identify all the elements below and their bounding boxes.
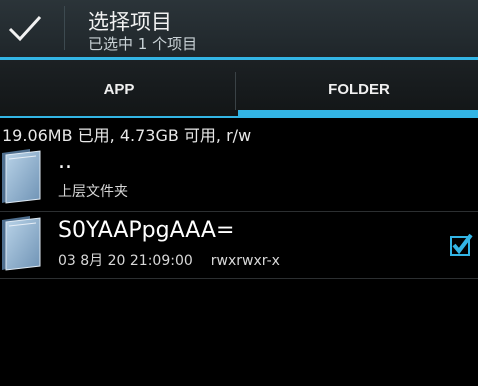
action-bar: 选择项目 已选中 1 个项目 [0, 0, 478, 57]
action-bar-divider [64, 6, 65, 50]
item-date: 03 8月 20 21:09:00 [58, 253, 193, 269]
tab-app[interactable]: APP [0, 60, 238, 118]
list-divider [0, 278, 478, 279]
list-item-parent-folder[interactable]: .. 上层文件夹 [0, 145, 478, 210]
selection-count: 已选中 1 个项目 [88, 35, 198, 53]
item-permissions: rwxrwxr-x [210, 253, 280, 269]
tab-selected-indicator [238, 110, 478, 118]
done-button[interactable] [0, 0, 60, 57]
item-name: S0YAAPpgAAA= [58, 218, 235, 243]
item-detail: 上层文件夹 [58, 184, 128, 200]
storage-summary: 19.06MB 已用, 4.73GB 可用, r/w [2, 126, 252, 145]
checkbox-checked[interactable] [449, 233, 473, 257]
folder-icon [2, 149, 41, 204]
item-name: .. [58, 149, 72, 174]
checkmark-icon [8, 15, 42, 42]
folder-icon [2, 216, 41, 271]
list-item-folder[interactable]: S0YAAPpgAAA= 03 8月 20 21:09:00 rwxrwxr-x [0, 212, 478, 278]
action-bar-title: 选择项目 [88, 10, 172, 34]
tab-separator [235, 72, 236, 110]
item-meta: 03 8月 20 21:09:00 rwxrwxr-x [58, 250, 280, 270]
